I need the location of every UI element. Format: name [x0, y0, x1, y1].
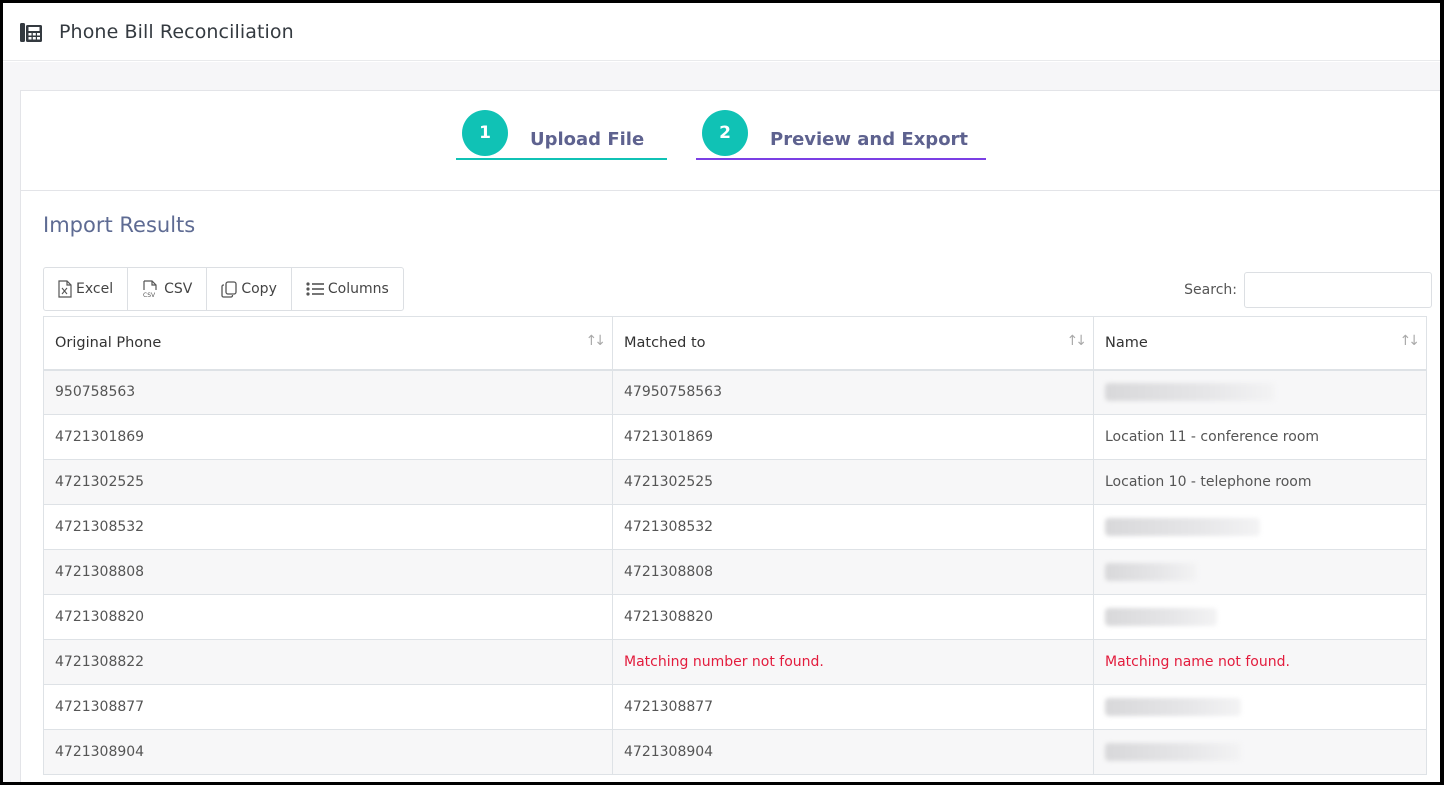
- cell-matched-to: 4721308820: [612, 594, 1094, 640]
- step-label: Preview and Export: [770, 128, 969, 150]
- csv-file-icon: CSV: [143, 280, 157, 298]
- table-row: 4721308532 4721308532: [43, 504, 1427, 550]
- redacted-name: [1105, 743, 1241, 761]
- cell-matched-to: 4721308877: [612, 684, 1094, 730]
- csv-label: CSV: [164, 281, 193, 297]
- search-input[interactable]: [1244, 272, 1432, 308]
- table-row: 4721308808 4721308808: [43, 549, 1427, 595]
- step-label: Upload File: [530, 128, 645, 150]
- column-header-original-phone[interactable]: Original Phone ↑↓: [43, 316, 613, 371]
- table-header-row: Original Phone ↑↓ Matched to ↑↓ Name ↑↓: [43, 316, 1427, 371]
- redacted-name: [1105, 698, 1241, 716]
- app-window: Phone Bill Reconciliation 1 Upload File …: [3, 3, 1440, 782]
- copy-icon: [221, 280, 237, 298]
- cell-matched-to: 4721302525: [612, 459, 1094, 505]
- cell-original-phone: 4721308877: [43, 684, 613, 730]
- column-header-name[interactable]: Name ↑↓: [1093, 316, 1427, 371]
- table-row: 4721308877 4721308877: [43, 684, 1427, 730]
- step-upload-underline: [456, 158, 667, 160]
- table-row: 4721301869 4721301869 Location 11 - confer…: [43, 414, 1427, 460]
- excel-label: Excel: [76, 281, 114, 297]
- columns-button[interactable]: Columns: [292, 268, 403, 310]
- excel-file-icon: [58, 280, 72, 298]
- list-icon: [306, 282, 324, 296]
- cell-name: Matching name not found.: [1093, 639, 1427, 685]
- cell-name: [1093, 594, 1427, 640]
- cell-matched-to: Matching number not found.: [612, 639, 1094, 685]
- cell-original-phone: 4721308822: [43, 639, 613, 685]
- columns-label: Columns: [327, 281, 389, 297]
- step-number: 2: [702, 110, 748, 156]
- table-body: 950758563 47950758563 4721301869 4721301869…: [43, 369, 1427, 775]
- wizard-steps: 1 Upload File 2 Preview and Export: [21, 91, 1440, 191]
- step-number: 1: [462, 110, 508, 156]
- cell-original-phone: 4721302525: [43, 459, 613, 505]
- section-title: Import Results: [43, 213, 196, 237]
- table-row: 4721308820 4721308820: [43, 594, 1427, 640]
- table-row: 4721308822 Matching number not found. Matc…: [43, 639, 1427, 685]
- cell-name: [1093, 684, 1427, 730]
- cell-matched-to: 4721301869: [612, 414, 1094, 460]
- cell-original-phone: 950758563: [43, 369, 613, 415]
- copy-label: Copy: [241, 281, 277, 297]
- cell-matched-to: 4721308532: [612, 504, 1094, 550]
- search-area: Search:: [1184, 272, 1432, 308]
- cell-name: Location 10 - telephone room: [1093, 459, 1427, 505]
- cell-original-phone: 4721308808: [43, 549, 613, 595]
- content-card: 1 Upload File 2 Preview and Export Impor…: [20, 90, 1440, 782]
- app-title: Phone Bill Reconciliation: [59, 20, 294, 43]
- excel-button[interactable]: Excel: [44, 268, 129, 310]
- table-row: 950758563 47950758563: [43, 369, 1427, 415]
- cell-matched-to: 4721308904: [612, 729, 1094, 775]
- step-preview-underline: [696, 158, 986, 160]
- step-upload-file[interactable]: 1 Upload File: [462, 105, 644, 161]
- sort-icon: ↑↓: [1066, 333, 1088, 349]
- search-label: Search:: [1184, 282, 1237, 298]
- cell-name: [1093, 369, 1427, 415]
- cell-name: [1093, 504, 1427, 550]
- sort-icon: ↑↓: [585, 333, 607, 349]
- export-toolbar: Excel CSV CSV Copy Columns: [43, 267, 404, 311]
- cell-original-phone: 4721308904: [43, 729, 613, 775]
- column-header-matched-to[interactable]: Matched to ↑↓: [612, 316, 1094, 371]
- svg-text:CSV: CSV: [143, 292, 156, 298]
- cell-original-phone: 4721308820: [43, 594, 613, 640]
- copy-button[interactable]: Copy: [207, 268, 292, 310]
- results-table: Original Phone ↑↓ Matched to ↑↓ Name ↑↓ …: [43, 316, 1427, 775]
- table-row: 4721302525 4721302525 Location 10 - teleph…: [43, 459, 1427, 505]
- cell-original-phone: 4721301869: [43, 414, 613, 460]
- redacted-name: [1105, 518, 1260, 536]
- cell-name: [1093, 549, 1427, 595]
- sort-icon: ↑↓: [1399, 333, 1421, 349]
- table-row: 4721308904 4721308904: [43, 729, 1427, 775]
- top-bar: Phone Bill Reconciliation: [3, 3, 1440, 61]
- redacted-name: [1105, 563, 1197, 581]
- cell-original-phone: 4721308532: [43, 504, 613, 550]
- redacted-name: [1105, 608, 1217, 626]
- building-phone-icon: [19, 21, 43, 43]
- cell-name: Location 11 - conference room: [1093, 414, 1427, 460]
- cell-matched-to: 4721308808: [612, 549, 1094, 595]
- step-preview-export[interactable]: 2 Preview and Export: [702, 105, 968, 161]
- cell-name: [1093, 729, 1427, 775]
- cell-matched-to: 47950758563: [612, 369, 1094, 415]
- csv-button[interactable]: CSV CSV: [128, 268, 208, 310]
- redacted-name: [1105, 383, 1275, 402]
